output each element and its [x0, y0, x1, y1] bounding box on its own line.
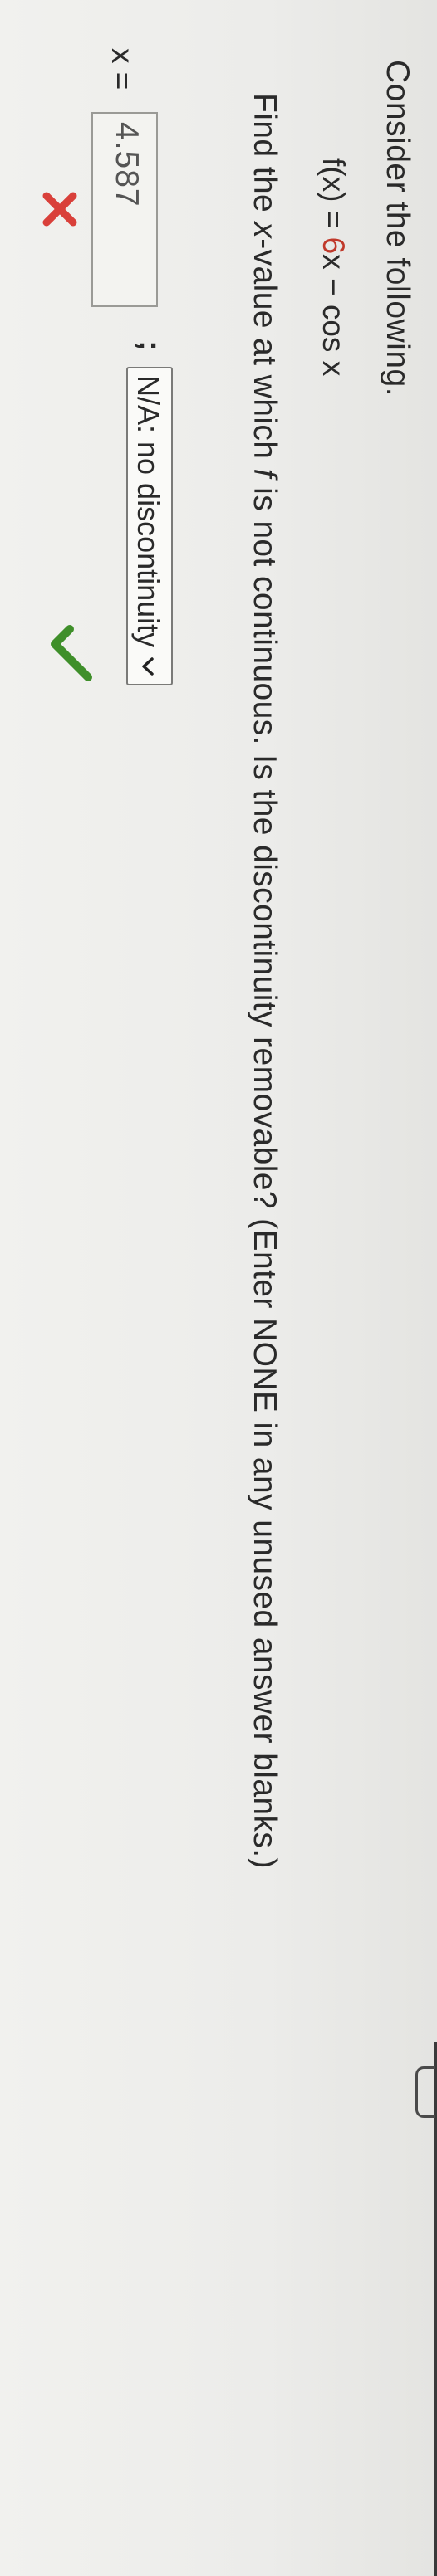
question-part2: -value at which	[247, 238, 282, 469]
problem-heading: Consider the following.	[380, 60, 415, 398]
removable-select[interactable]: N/A: no discontinuity	[126, 367, 173, 686]
function-lhs: f(x) =	[317, 158, 351, 237]
function-rhs: x − cos x	[317, 254, 351, 377]
question-fname: f	[247, 468, 282, 478]
function-coefficient: 6	[317, 237, 351, 255]
chevron-down-icon	[142, 657, 154, 676]
correct-check-icon	[51, 625, 92, 681]
question-part3: is not continuous. Is the discontinuity …	[247, 477, 282, 1869]
question-part1: Find the	[247, 93, 282, 222]
question-var: x	[247, 222, 282, 239]
removable-select-value: N/A: no discontinuity	[131, 375, 165, 648]
incorrect-x-icon	[42, 192, 77, 227]
problem-page: Consider the following. f(x) = 6x − cos …	[0, 0, 437, 2576]
function-definition: f(x) = 6x − cos x	[316, 158, 351, 376]
screen-edge-tab	[415, 2066, 435, 2118]
answer-label: x =	[106, 48, 140, 90]
answer-separator: ;	[132, 340, 167, 351]
question-text: Find the x-value at which f is not conti…	[246, 93, 282, 1869]
x-value-input[interactable]: 4.587	[91, 112, 158, 307]
screen-edge-line	[434, 2042, 437, 2576]
rotated-content: Consider the following. f(x) = 6x − cos …	[0, 0, 437, 2576]
